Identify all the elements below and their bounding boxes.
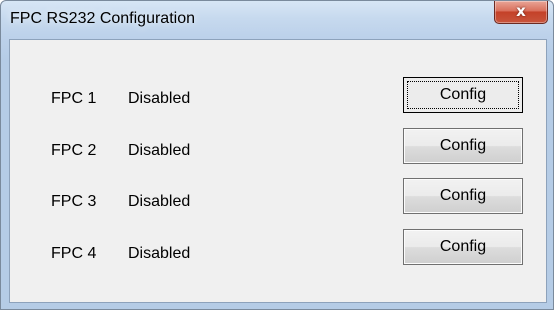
fpc-1-status: Disabled <box>128 90 191 107</box>
fpc-2-label: FPC 2 <box>51 142 97 159</box>
fpc-3-config-label: Config <box>439 187 487 204</box>
fpc-4-config-label: Config <box>439 238 487 255</box>
window-title: FPC RS232 Configuration <box>10 10 195 27</box>
fpc-4-label: FPC 4 <box>51 245 97 262</box>
close-button[interactable]: x <box>494 1 548 24</box>
dialog-window: FPC RS232 Configuration x FPC 1 Disabled… <box>0 0 554 310</box>
fpc-3-config-button[interactable]: Config <box>403 178 523 214</box>
close-icon: x <box>516 2 526 20</box>
fpc-4-config-button[interactable]: Config <box>403 229 523 265</box>
fpc-4-status: Disabled <box>128 245 191 262</box>
fpc-3-label: FPC 3 <box>51 193 97 210</box>
fpc-3-status: Disabled <box>128 193 191 210</box>
fpc-2-status: Disabled <box>128 142 191 159</box>
fpc-2-config-button[interactable]: Config <box>403 128 523 164</box>
fpc-1-config-button[interactable]: Config <box>403 77 523 113</box>
dialog-content: FPC 1 Disabled Config FPC 2 Disabled Con… <box>9 39 547 303</box>
fpc-1-config-label: Config <box>439 86 487 103</box>
fpc-1-label: FPC 1 <box>51 90 97 107</box>
fpc-2-config-label: Config <box>439 137 487 154</box>
title-bar[interactable]: FPC RS232 Configuration x <box>1 1 553 39</box>
